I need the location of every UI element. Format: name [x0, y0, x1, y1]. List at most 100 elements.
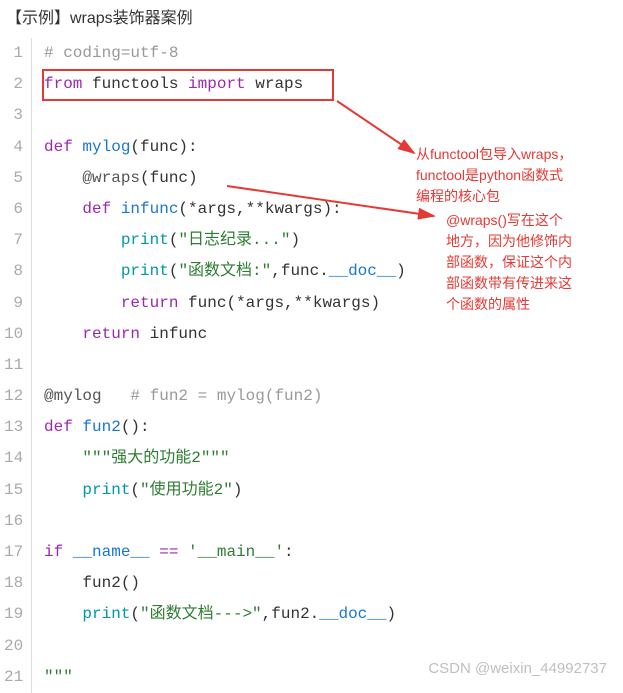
code-content: print("使用功能2") — [32, 475, 619, 506]
line-number: 10 — [4, 319, 32, 350]
line-number: 13 — [4, 412, 32, 443]
code-line: 17if __name__ == '__main__': — [4, 537, 619, 568]
code-line: 10 return infunc — [4, 319, 619, 350]
code-line: 14 """强大的功能2""" — [4, 443, 619, 474]
code-token: return — [121, 294, 188, 312]
code-token: "日志纪录..." — [178, 231, 290, 249]
code-content — [32, 100, 619, 131]
code-content: print("日志纪录...") — [32, 225, 619, 256]
code-line: 19 print("函数文档--->",fun2.__doc__) — [4, 599, 619, 630]
code-token: wraps — [255, 75, 303, 93]
code-line: 8 print("函数文档:",func.__doc__) — [4, 256, 619, 287]
code-content: """ — [32, 662, 619, 693]
code-token: @wraps — [82, 169, 140, 187]
line-number: 9 — [4, 288, 32, 319]
code-token — [44, 231, 121, 249]
code-token: """ — [44, 668, 73, 686]
code-token: func(*args,**kwargs) — [188, 294, 380, 312]
code-content: print("函数文档--->",fun2.__doc__) — [32, 599, 619, 630]
code-line: 11 — [4, 350, 619, 381]
code-token: ,func. — [271, 262, 329, 280]
code-line: 7 print("日志纪录...") — [4, 225, 619, 256]
code-token: import — [188, 75, 255, 93]
code-content: return infunc — [32, 319, 619, 350]
line-number: 11 — [4, 350, 32, 381]
line-number: 19 — [4, 599, 32, 630]
code-token: @mylog — [44, 387, 102, 405]
code-token: def — [44, 418, 82, 436]
line-number: 6 — [4, 194, 32, 225]
line-number: 2 — [4, 69, 32, 100]
code-token: (func): — [130, 138, 197, 156]
code-line: 9 return func(*args,**kwargs) — [4, 288, 619, 319]
code-token: fun2() — [82, 574, 140, 592]
code-token: infunc — [150, 325, 208, 343]
line-number: 20 — [4, 631, 32, 662]
line-number: 16 — [4, 506, 32, 537]
code-token: def — [82, 200, 120, 218]
code-token: def — [44, 138, 82, 156]
code-token: print — [121, 262, 169, 280]
code-token: # fun2 = mylog(fun2) — [130, 387, 322, 405]
code-token: ( — [169, 262, 179, 280]
code-token — [44, 262, 121, 280]
code-token — [44, 169, 82, 187]
line-number: 12 — [4, 381, 32, 412]
code-token: ( — [130, 605, 140, 623]
code-content — [32, 350, 619, 381]
line-number: 3 — [4, 100, 32, 131]
code-line: 20 — [4, 631, 619, 662]
code-token: # coding=utf-8 — [44, 44, 178, 62]
line-number: 17 — [4, 537, 32, 568]
code-token: '__main__' — [188, 543, 284, 561]
code-token: ) — [386, 605, 396, 623]
code-content: fun2() — [32, 568, 619, 599]
code-content: def infunc(*args,**kwargs): — [32, 194, 619, 225]
code-token: ) — [396, 262, 406, 280]
code-token: if — [44, 543, 73, 561]
code-line: 18 fun2() — [4, 568, 619, 599]
code-content: @wraps(func) — [32, 163, 619, 194]
code-line: 5 @wraps(func) — [4, 163, 619, 194]
code-token — [44, 449, 82, 467]
code-token — [44, 574, 82, 592]
code-token: infunc — [121, 200, 179, 218]
code-content: def fun2(): — [32, 412, 619, 443]
example-title: 【示例】wraps装饰器案例 — [0, 0, 623, 38]
line-number: 14 — [4, 443, 32, 474]
code-token: ( — [169, 231, 179, 249]
line-number: 1 — [4, 38, 32, 69]
code-token: return — [82, 325, 149, 343]
code-token: ) — [233, 481, 243, 499]
code-token: __doc__ — [329, 262, 396, 280]
code-content: from functools import wraps — [32, 69, 619, 100]
code-token: "函数文档--->" — [140, 605, 262, 623]
line-number: 4 — [4, 132, 32, 163]
code-token: : — [284, 543, 294, 561]
line-number: 21 — [4, 662, 32, 693]
code-token: (*args,**kwargs): — [178, 200, 341, 218]
code-line: 21 """ — [4, 662, 619, 693]
code-block: 从functool包导入wraps， functool是python函数式 编程… — [4, 38, 619, 693]
code-token: "使用功能2" — [140, 481, 233, 499]
line-number: 5 — [4, 163, 32, 194]
code-content: def mylog(func): — [32, 132, 619, 163]
code-content — [32, 631, 619, 662]
code-line: 1 # coding=utf-8 — [4, 38, 619, 69]
line-number: 7 — [4, 225, 32, 256]
code-token: """强大的功能2""" — [82, 449, 229, 467]
code-token — [102, 387, 131, 405]
code-token — [44, 200, 82, 218]
code-token: (func) — [140, 169, 198, 187]
code-token: ( — [130, 481, 140, 499]
line-number: 15 — [4, 475, 32, 506]
code-token: "函数文档:" — [178, 262, 271, 280]
code-token: from — [44, 75, 92, 93]
code-token: fun2 — [82, 418, 120, 436]
line-number: 18 — [4, 568, 32, 599]
code-token: __doc__ — [319, 605, 386, 623]
code-token: ) — [290, 231, 300, 249]
code-content: if __name__ == '__main__': — [32, 537, 619, 568]
code-content: print("函数文档:",func.__doc__) — [32, 256, 619, 287]
code-content: # coding=utf-8 — [32, 38, 619, 69]
